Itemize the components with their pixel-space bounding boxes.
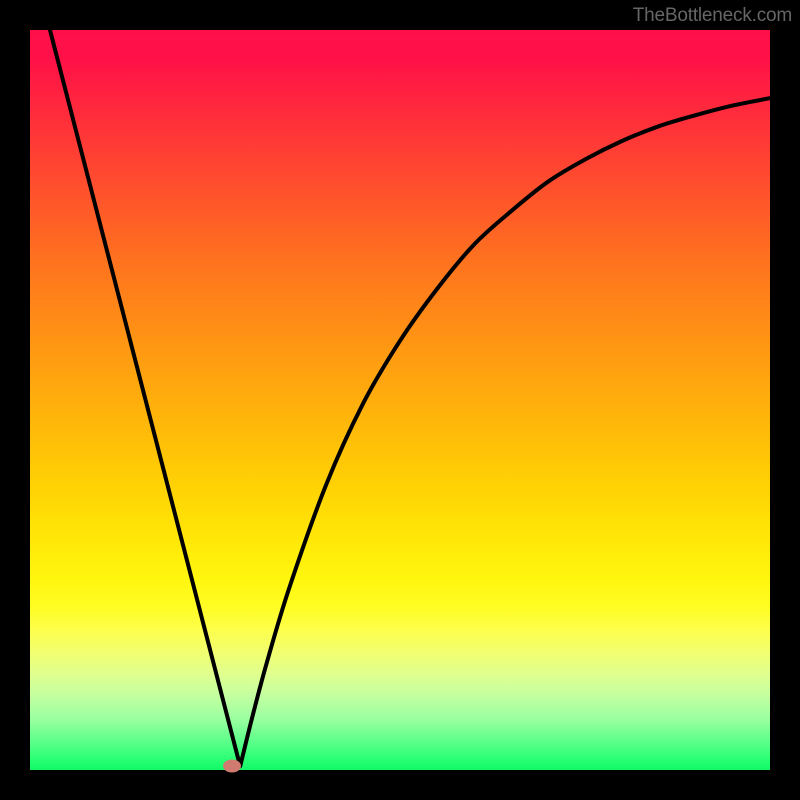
curve-svg xyxy=(30,30,770,770)
chart-frame: TheBottleneck.com xyxy=(0,0,800,800)
watermark-text: TheBottleneck.com xyxy=(633,5,792,27)
plot-area xyxy=(30,30,770,770)
bottleneck-curve xyxy=(50,30,770,766)
min-marker xyxy=(223,760,241,773)
